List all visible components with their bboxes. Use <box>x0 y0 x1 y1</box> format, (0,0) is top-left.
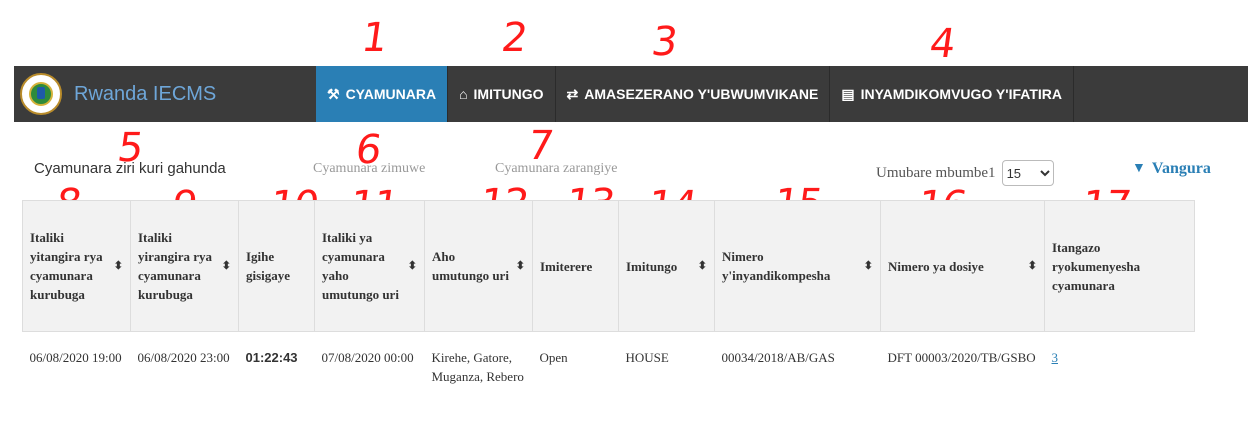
col-header-auction-date[interactable]: Italiki ya cyamunara yaho umutungo uri ⬍ <box>314 200 425 332</box>
col-header-execution-number[interactable]: Nimero y'inyandikompesha ⬍ <box>714 200 881 332</box>
filter-icon: ▼ <box>1132 161 1146 176</box>
col-header-label: Itangazo ryokumenyesha cyamunara <box>1052 239 1141 293</box>
cell-status: Open <box>539 350 568 365</box>
sort-icon: ⬍ <box>1027 259 1037 272</box>
nav-cyamunara-label: CYAMUNARA <box>345 86 437 102</box>
sort-icon: ⬍ <box>515 259 525 272</box>
cell-start-date: 06/08/2020 19:00 <box>29 350 122 365</box>
col-header-label: Nimero ya dosiye <box>888 258 984 274</box>
col-header-label: Italiki yitangira rya cyamunara kurubuga <box>30 230 103 302</box>
gavel-icon: ⚒ <box>327 85 340 102</box>
cell-file-number: DFT 00003/2020/TB/GSBO <box>887 350 1036 365</box>
annotation-7: 7 <box>524 123 555 169</box>
auction-notice-link[interactable]: 3 <box>1052 350 1059 365</box>
nav-imitungo[interactable]: ⌂ IMITUNGO <box>448 66 556 122</box>
col-header-time-remaining: Igihe gisigaye <box>238 200 315 332</box>
document-icon: ▤ <box>841 85 855 102</box>
cell-property: HOUSE <box>625 350 669 365</box>
table-header-row: Italiki yitangira rya cyamunara kurubuga… <box>22 200 1195 332</box>
annotation-2: 2 <box>498 15 529 61</box>
col-header-label: Italiki yirangira rya cyamunara kurubuga <box>138 230 213 302</box>
annotation-1: 1 <box>358 15 389 61</box>
rwanda-coat-of-arms-logo <box>20 73 62 115</box>
nav-imitungo-label: IMITUNGO <box>473 86 544 102</box>
col-header-label: Nimero y'inyandikompesha <box>722 249 831 283</box>
handshake-icon: ⇄ <box>566 85 579 102</box>
sort-icon: ⬍ <box>407 259 417 272</box>
col-header-auction-notice: Itangazo ryokumenyesha cyamunara <box>1044 200 1195 332</box>
sort-icon: ⬍ <box>863 259 873 272</box>
filter-label: Vangura <box>1151 160 1211 177</box>
filter-button[interactable]: ▼ Vangura <box>1132 160 1211 178</box>
cell-auction-notice: 3 <box>1045 332 1195 387</box>
sort-icon: ⬍ <box>113 259 123 272</box>
col-header-label: Igihe gisigaye <box>246 249 291 283</box>
nav-inyandikomvugo-label: INYAMDIKOMVUGO Y'IFATIRA <box>860 86 1062 102</box>
col-header-label: Aho umutungo uri <box>432 249 509 283</box>
tab-finished-auctions[interactable]: Cyamunara zarangiye <box>495 161 617 177</box>
sort-icon: ⬍ <box>697 259 707 272</box>
brand-title: Rwanda IECMS <box>74 82 217 105</box>
nav-amasezerano[interactable]: ⇄ AMASEZERANO Y'UBWUMVIKANE <box>556 66 831 122</box>
annotation-4: 4 <box>926 21 957 67</box>
page-size-select[interactable]: 15 <box>1001 160 1054 186</box>
cell-end-date: 06/08/2020 23:00 <box>137 350 230 365</box>
col-header-location[interactable]: Aho umutungo uri ⬍ <box>424 200 533 332</box>
cell-auction-date: 07/08/2020 00:00 <box>321 350 414 365</box>
cell-execution-number: 00034/2018/AB/GAS <box>721 350 835 365</box>
tab-scheduled-auctions[interactable]: Cyamunara ziri kuri gahunda <box>34 160 226 177</box>
col-header-file-number[interactable]: Nimero ya dosiye ⬍ <box>880 200 1045 332</box>
col-header-end-date[interactable]: Italiki yirangira rya cyamunara kurubuga… <box>130 200 239 332</box>
nav-amasezerano-label: AMASEZERANO Y'UBWUMVIKANE <box>584 86 819 102</box>
tab-postponed-auctions[interactable]: Cyamunara zimuwe <box>313 161 425 177</box>
brand[interactable]: Rwanda IECMS <box>14 66 316 122</box>
col-header-status: Imiterere <box>532 200 619 332</box>
auctions-table: Italiki yitangira rya cyamunara kurubuga… <box>22 200 1195 386</box>
cell-time-remaining: 01:22:43 <box>245 350 298 365</box>
col-header-label: Imiterere <box>540 258 593 274</box>
top-navbar: Rwanda IECMS ⚒ CYAMUNARA ⌂ IMITUNGO ⇄ AM… <box>14 66 1248 122</box>
sort-icon: ⬍ <box>221 259 231 272</box>
nav-cyamunara[interactable]: ⚒ CYAMUNARA <box>316 66 449 122</box>
col-header-label: Italiki ya cyamunara yaho umutungo uri <box>322 230 399 302</box>
cell-location: Kirehe, Gatore, Muganza, Rebero <box>431 350 524 384</box>
page-size-control: Umubare mbumbe1 15 <box>876 160 1054 186</box>
col-header-label: Imitungo <box>626 258 678 274</box>
annotation-3: 3 <box>648 19 679 65</box>
col-header-start-date[interactable]: Italiki yitangira rya cyamunara kurubuga… <box>22 200 131 332</box>
page-size-label: Umubare mbumbe1 <box>876 164 996 181</box>
property-icon: ⌂ <box>459 86 468 102</box>
nav-inyandikomvugo[interactable]: ▤ INYAMDIKOMVUGO Y'IFATIRA <box>830 66 1074 122</box>
table-row: 06/08/2020 19:00 06/08/2020 23:00 01:22:… <box>23 332 1195 387</box>
col-header-property[interactable]: Imitungo ⬍ <box>618 200 715 332</box>
